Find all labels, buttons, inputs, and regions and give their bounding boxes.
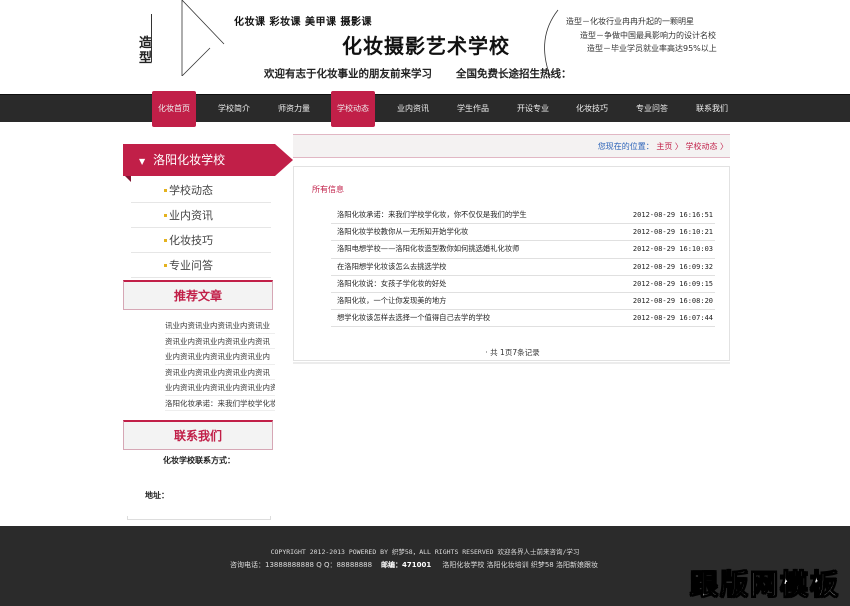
article-date: 2012-08-29 16:09:32 [632, 262, 713, 271]
article-date: 2012-08-29 16:10:03 [632, 245, 713, 254]
recommend-item[interactable]: 洛阳化妆承诺：来我们学校学化妆 [165, 396, 275, 411]
address-label: 地址： [145, 491, 169, 500]
panel-shadow [293, 362, 730, 364]
footer-links[interactable]: 洛阳化妆学校 洛阳化妆培训 织梦58 洛阳新娘跟妆 [442, 561, 598, 569]
article-date: 2012-08-29 16:09:15 [632, 279, 713, 288]
list-title: 所有信息 [312, 185, 344, 194]
footer-phone: 咨询电话：13888888888 Q Q：88888888 [230, 561, 373, 569]
table-row[interactable]: 想学化妆该怎样去选择一个值得自己去学的学校 2012-08-29 16:07:44 [331, 310, 715, 328]
breadcrumb-bar: 您现在的位置： 主页 〉 学校动态 〉 [293, 134, 730, 158]
sidebar-item-news[interactable]: 学校动态 [131, 178, 271, 203]
watermark-logo: 跟版网模板 [689, 568, 840, 602]
sidebar-item-label: 学校动态 [169, 184, 213, 197]
article-title[interactable]: 在洛阳想学化妆该怎么去挑选学校 [337, 259, 446, 275]
article-date: 2012-08-29 16:08:20 [632, 296, 713, 305]
article-list-panel: 所有信息 洛阳化妆承诺：来我们学校学化妆，你不仅仅是我们的学生 2012-08-2… [293, 166, 730, 361]
sidebar: ▼ 洛阳化妆学校 学校动态 业内资讯 化妆技巧 专业问答 推荐文章 讯业内资讯业内… [123, 134, 293, 520]
sidebar-item-label: 化妆技巧 [169, 234, 213, 247]
course-list: 化妆课 彩妆课 美甲课 摄影课 [234, 17, 372, 28]
article-title[interactable]: 洛阳化妆说：女孩子学化妆的好处 [337, 276, 446, 292]
copyright: COPYRIGHT 2012-2013 POWERED BY 织梦58，ALL … [270, 548, 580, 556]
table-row[interactable]: 洛阳化妆学校教你从一无所知开始学化妆 2012-08-29 16:10:21 [331, 224, 715, 242]
decorative-curve [544, 9, 559, 77]
logo[interactable]: 造型 [139, 14, 163, 74]
article-title[interactable]: 洛阳化妆承诺：来我们学校学化妆，你不仅仅是我们的学生 [337, 207, 527, 223]
article-list: 洛阳化妆承诺：来我们学校学化妆，你不仅仅是我们的学生 2012-08-29 16:… [331, 207, 715, 328]
nav-item-tips[interactable]: 化妆技巧 [570, 95, 614, 123]
decorative-diagonal-lines [181, 0, 225, 76]
tagline-1: 造型－化妆行业冉冉升起的一颗明星 [566, 17, 694, 26]
sidebar-item-tips[interactable]: 化妆技巧 [131, 228, 271, 253]
sidebar-bottom-border [127, 516, 271, 520]
sidebar-menu: 学校动态 业内资讯 化妆技巧 专业问答 [131, 178, 271, 278]
tagline-3: 造型－毕业学员就业率高达95%以上 [587, 44, 717, 53]
footer-postcode: 邮编：471001 [381, 561, 432, 569]
footer: COPYRIGHT 2012-2013 POWERED BY 织梦58，ALL … [0, 526, 850, 606]
breadcrumb-end-arrow: 〉 [720, 142, 728, 151]
table-row[interactable]: 洛阳化妆说：女孩子学化妆的好处 2012-08-29 16:09:15 [331, 276, 715, 293]
table-row[interactable]: 洛阳化妆承诺：来我们学校学化妆，你不仅仅是我们的学生 2012-08-29 16:… [331, 207, 715, 225]
article-date: 2012-08-29 16:16:51 [632, 211, 713, 219]
nav-item-about[interactable]: 学校简介 [212, 95, 256, 123]
table-row[interactable]: 在洛阳想学化妆该怎么去挑选学校 2012-08-29 16:09:32 [331, 259, 715, 276]
article-title[interactable]: 洛阳化妆学校教你从一无所知开始学化妆 [337, 224, 468, 240]
recommend-item[interactable]: 资讯业内资讯业内资讯业内资讯 [165, 365, 275, 380]
header: 造型 化妆课 彩妆课 美甲课 摄影课 化妆摄影艺术学校 欢迎有志于化妆事业的朋友… [0, 0, 850, 94]
sidebar-item-label: 业内资讯 [169, 209, 213, 222]
sidebar-title-text: 洛阳化妆学校 [153, 153, 226, 167]
table-row[interactable]: 洛阳化妆，一个让你发现美的地方 2012-08-29 16:08:20 [331, 293, 715, 311]
recommend-heading: 推荐文章 [123, 280, 273, 310]
breadcrumb-current-link[interactable]: 学校动态 [685, 142, 717, 151]
breadcrumb-home-link[interactable]: 主页 [656, 142, 672, 151]
recommend-item[interactable]: 业内资讯业内资讯业内资讯业内 [165, 349, 275, 365]
breadcrumb-label: 您现在的位置： [597, 142, 654, 151]
nav-item-works[interactable]: 学生作品 [451, 95, 495, 123]
article-title[interactable]: 想学化妆该怎样去选择一个值得自己去学的学校 [337, 310, 490, 326]
welcome-slogan: 欢迎有志于化妆事业的朋友前来学习 [264, 68, 432, 80]
article-date: 2012-08-29 16:10:21 [632, 228, 713, 237]
main-nav: 化妆首页 学校简介 师资力量 学校动态 业内资讯 学生作品 开设专业 化妆技巧 … [0, 91, 850, 127]
article-title[interactable]: 洛阳化妆，一个让你发现美的地方 [337, 293, 446, 309]
triangle-bullet-icon: ▼ [139, 157, 146, 166]
sidebar-item-industry[interactable]: 业内资讯 [131, 203, 271, 228]
table-row[interactable]: 洛阳电想学校——洛阳化妆造型教你如何挑选婚礼化妆师 2012-08-29 16:1… [331, 241, 715, 259]
nav-item-faculty[interactable]: 师资力量 [272, 95, 316, 123]
sidebar-title: ▼ 洛阳化妆学校 [123, 144, 293, 176]
recommend-item[interactable]: 业内资讯业内资讯业内资讯业内资 [165, 380, 275, 396]
pagination-text: 共 1页7条记录 [490, 348, 540, 357]
recommend-item[interactable]: 资讯业内资讯业内资讯业内资讯 [165, 334, 275, 349]
nav-item-majors[interactable]: 开设专业 [511, 95, 555, 123]
pagination: · 共 1页7条记录 [294, 347, 731, 358]
article-date: 2012-08-29 16:07:44 [632, 314, 713, 323]
nav-item-home[interactable]: 化妆首页 [152, 91, 196, 127]
nav-item-faq[interactable]: 专业问答 [630, 95, 674, 123]
sidebar-item-faq[interactable]: 专业问答 [131, 253, 271, 278]
contact-label: 化妆学校联系方式： [163, 456, 235, 465]
tagline-2: 造型－争做中国最具影响力的设计名校 [580, 31, 716, 40]
footer-contact: 咨询电话：13888888888 Q Q：88888888 邮编：471001 … [230, 560, 598, 570]
nav-item-contact[interactable]: 联系我们 [690, 95, 734, 123]
nav-item-industry[interactable]: 业内资讯 [391, 95, 435, 123]
sidebar-item-label: 专业问答 [169, 259, 213, 272]
school-name: 化妆摄影艺术学校 [342, 34, 510, 58]
logo-text: 造型 [139, 36, 153, 66]
article-title[interactable]: 洛阳电想学校——洛阳化妆造型教你如何挑选婚礼化妆师 [337, 241, 519, 257]
recommend-item[interactable]: 讯业内资讯业内资讯业内资讯业 [165, 318, 275, 334]
breadcrumb: 您现在的位置： 主页 〉 学校动态 〉 [598, 141, 728, 152]
recommend-list: 讯业内资讯业内资讯业内资讯业 资讯业内资讯业内资讯业内资讯 业内资讯业内资讯业内… [165, 318, 275, 411]
nav-item-news[interactable]: 学校动态 [331, 91, 375, 127]
contact-heading: 联系我们 [123, 420, 273, 450]
breadcrumb-separator: 〉 [674, 142, 683, 151]
